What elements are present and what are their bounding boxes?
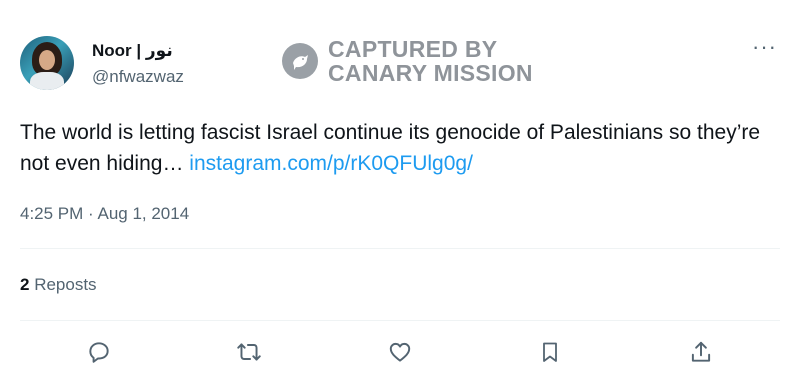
watermark-text: CAPTURED BY CANARY MISSION [328, 37, 533, 85]
share-icon[interactable] [686, 337, 716, 367]
bookmark-icon[interactable] [535, 337, 565, 367]
reposts-label: Reposts [29, 275, 97, 294]
canary-bird-icon [282, 43, 318, 79]
like-icon[interactable] [385, 337, 415, 367]
display-name[interactable]: Noor | نور [92, 41, 173, 61]
avatar[interactable] [20, 36, 74, 90]
watermark-line-2: CANARY MISSION [328, 60, 533, 86]
repost-icon[interactable] [234, 337, 264, 367]
avatar-shirt [30, 72, 64, 90]
more-options-icon[interactable]: ··· [752, 36, 777, 58]
watermark-line-1: CAPTURED BY [328, 36, 498, 62]
watermark: CAPTURED BY CANARY MISSION [282, 37, 533, 85]
timestamp[interactable]: 4:25 PM · Aug 1, 2014 [20, 204, 189, 224]
avatar-face [39, 50, 55, 70]
user-handle[interactable]: @nfwazwaz [92, 67, 184, 87]
reposts-stat[interactable]: 2 Reposts [20, 275, 97, 295]
tweet-link[interactable]: instagram.com/p/rK0QFUlg0g/ [189, 152, 473, 175]
tweet-text: The world is letting fascist Israel cont… [20, 117, 790, 179]
divider [20, 248, 780, 249]
divider [20, 320, 780, 321]
reply-icon[interactable] [84, 337, 114, 367]
